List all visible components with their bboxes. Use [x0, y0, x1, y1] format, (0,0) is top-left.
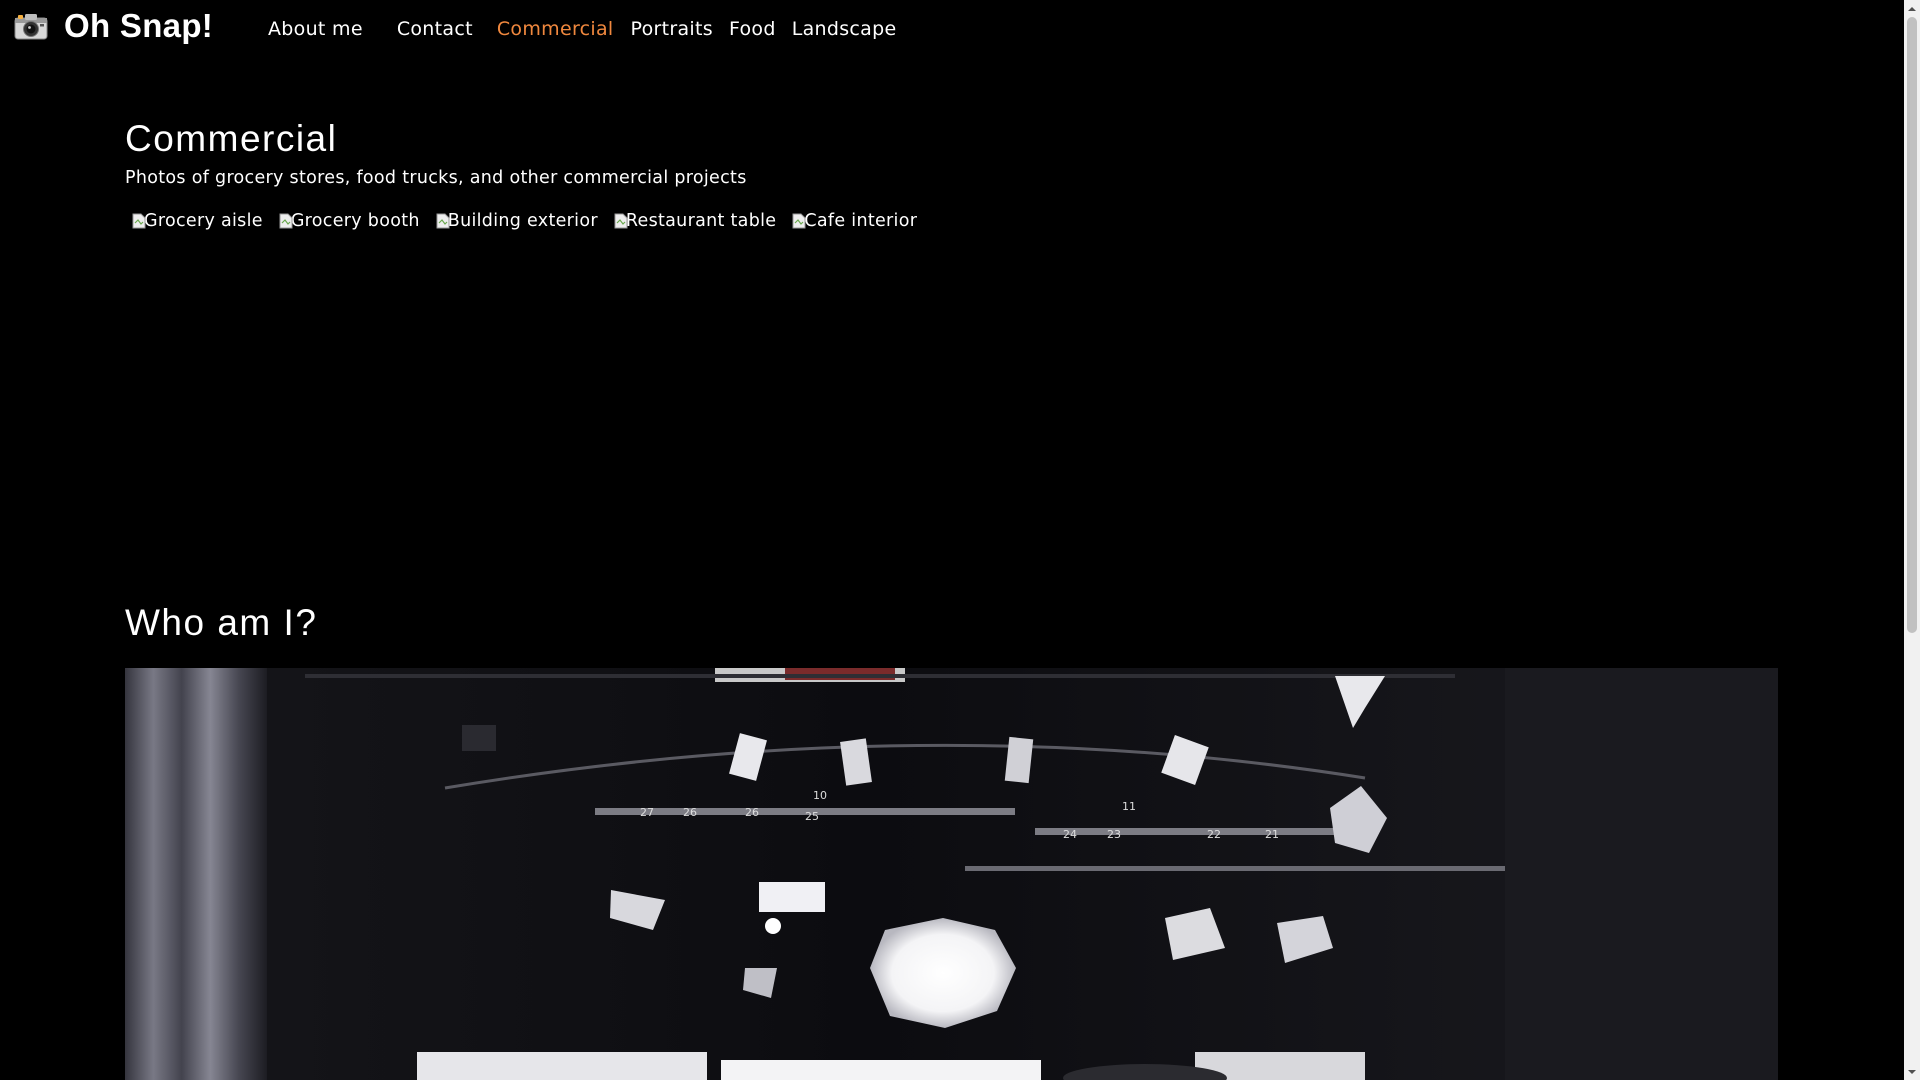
nav-commercial[interactable]: Commercial — [497, 18, 614, 40]
brand-name: Oh Snap! — [64, 7, 214, 44]
nav-portraits[interactable]: Portraits — [630, 18, 712, 40]
scroll-up-arrow-icon[interactable] — [1904, 0, 1920, 17]
main-nav: About me Contact Commercial Portraits Fo… — [268, 18, 896, 40]
gallery-image[interactable]: Cafe interior — [792, 211, 917, 231]
image-alt-text: Grocery aisle — [144, 211, 263, 231]
commercial-title: Commercial — [125, 118, 338, 159]
image-alt-text: Cafe interior — [804, 211, 918, 231]
page: Oh Snap! About me Contact Commercial Por… — [0, 0, 1920, 1080]
gallery-image[interactable]: Grocery aisle — [132, 211, 263, 231]
svg-text:11: 11 — [1122, 800, 1136, 813]
nav-landscape[interactable]: Landscape — [792, 18, 897, 40]
broken-image-icon — [614, 213, 628, 229]
scrollbar-thumb[interactable] — [1907, 17, 1917, 633]
nav-contact[interactable]: Contact — [397, 18, 473, 40]
vertical-scrollbar[interactable] — [1904, 0, 1920, 1080]
gallery-image[interactable]: Building exterior — [436, 211, 598, 231]
commercial-subtitle: Photos of grocery stores, food trucks, a… — [125, 168, 747, 188]
commercial-gallery: Grocery aisle Grocery booth Building ext… — [132, 211, 933, 231]
svg-text:25: 25 — [805, 810, 819, 823]
svg-text:21: 21 — [1265, 828, 1279, 841]
svg-text:27: 27 — [640, 806, 654, 819]
studio-photo: 27 26 26 25 10 11 24 23 22 21 — [125, 668, 1778, 1080]
nav-food[interactable]: Food — [729, 18, 776, 40]
brand-link[interactable]: Oh Snap! — [14, 6, 213, 46]
svg-text:24: 24 — [1063, 828, 1077, 841]
about-title: Who am I? — [125, 602, 318, 643]
image-alt-text: Building exterior — [447, 211, 598, 231]
svg-text:10: 10 — [813, 789, 827, 802]
svg-text:22: 22 — [1207, 828, 1221, 841]
gallery-image[interactable]: Grocery booth — [279, 211, 420, 231]
broken-image-icon — [279, 213, 293, 229]
camera-icon — [14, 14, 48, 40]
broken-image-icon — [132, 213, 146, 229]
svg-text:26: 26 — [745, 806, 759, 819]
svg-text:26: 26 — [683, 806, 697, 819]
svg-text:23: 23 — [1107, 828, 1121, 841]
nav-about-me[interactable]: About me — [268, 18, 363, 40]
top-navbar: Oh Snap! About me Contact Commercial Por… — [0, 0, 1904, 60]
studio-lighting-image: 27 26 26 25 10 11 24 23 22 21 — [125, 668, 1778, 1080]
scroll-down-arrow-icon[interactable] — [1904, 1063, 1920, 1080]
gallery-image[interactable]: Restaurant table — [614, 211, 777, 231]
broken-image-icon — [792, 213, 806, 229]
image-alt-text: Restaurant table — [625, 211, 777, 231]
image-alt-text: Grocery booth — [290, 211, 420, 231]
broken-image-icon — [436, 213, 450, 229]
